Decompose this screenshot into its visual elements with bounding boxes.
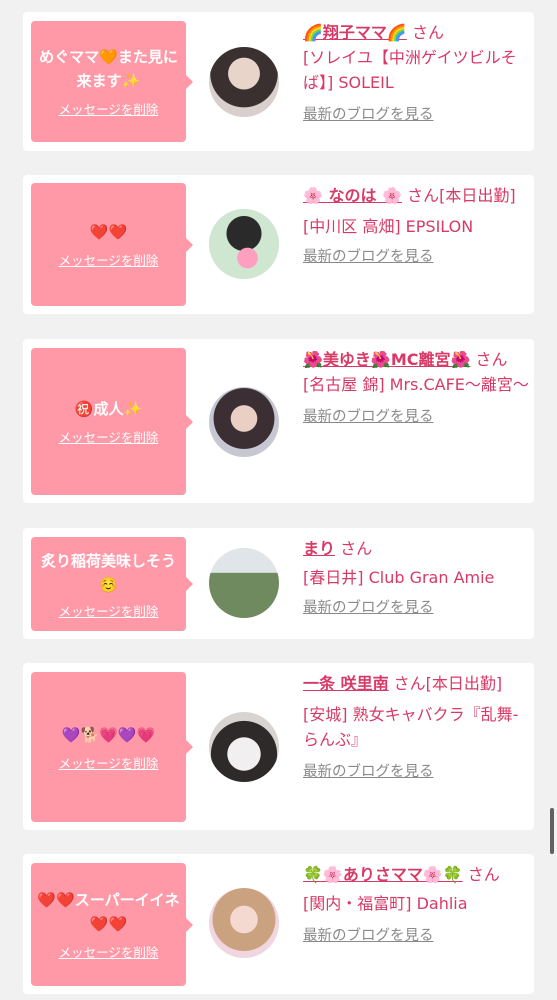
message-card: めぐママ🧡また見に来ます✨ メッセージを削除 🌈翔子ママ🌈 さん [ソレイユ【中… [23, 12, 534, 151]
latest-blog-link[interactable]: 最新のブログを見る [303, 596, 434, 621]
profile-name-link[interactable]: 🌈翔子ママ🌈 [303, 23, 407, 42]
avatar[interactable] [209, 47, 279, 117]
profile-info: 🌸 なのは 🌸 さん[本日出勤] [中川区 高畑] EPSILON 最新のブログ… [303, 183, 529, 270]
message-text: 💜🐕💗💜💗 [61, 725, 156, 744]
profile-name-link[interactable]: 一条 咲里南 [303, 674, 389, 693]
profile-info: 🌈翔子ママ🌈 さん [ソレイユ【中洲ゲイツビルそば】] SOLEIL 最新のブロ… [303, 20, 529, 128]
delete-message-link[interactable]: メッセージを削除 [59, 753, 159, 772]
delete-message-link[interactable]: メッセージを削除 [59, 250, 159, 269]
avatar[interactable] [209, 387, 279, 457]
latest-blog-link[interactable]: 最新のブログを見る [303, 405, 434, 430]
profile-info: 🌺美ゆき🌺MC離宮🌺 さん [名古屋 錦] Mrs.CAFE〜離宮〜 最新のブロ… [303, 347, 529, 430]
honorific: さん[本日出勤] [393, 674, 503, 693]
profile-info: 🍀🌸ありさママ🌸🍀 さん [関内・福富町] Dahlia 最新のブログを見る [303, 862, 529, 949]
latest-blog-link[interactable]: 最新のブログを見る [303, 760, 434, 785]
honorific: さん [475, 350, 508, 369]
profile-name-link[interactable]: 🌺美ゆき🌺MC離宮🌺 [303, 350, 470, 369]
shop-name: [中川区 高畑] EPSILON [303, 217, 474, 236]
honorific: さん [411, 23, 444, 42]
message-bubble: 💜🐕💗💜💗 メッセージを削除 [31, 672, 193, 822]
profile-info: まり さん [春日井] Club Gran Amie 最新のブログを見る [303, 536, 529, 621]
message-card: ㊗️成人✨ メッセージを削除 🌺美ゆき🌺MC離宮🌺 さん [名古屋 錦] Mrs… [23, 339, 534, 503]
profile-name-link[interactable]: 🌸 なのは 🌸 [303, 186, 402, 205]
message-text: 炙り稲荷美味しそう☺️ [40, 551, 176, 594]
message-card: ❤️❤️ メッセージを削除 🌸 なのは 🌸 さん[本日出勤] [中川区 高畑] … [23, 175, 534, 314]
profile-name-link[interactable]: まり [303, 539, 335, 558]
message-text: ❤️❤️ [89, 223, 128, 241]
message-bubble: ㊗️成人✨ メッセージを削除 [31, 348, 193, 495]
avatar[interactable] [209, 209, 279, 279]
message-bubble: 炙り稲荷美味しそう☺️ メッセージを削除 [31, 537, 193, 631]
shop-name: [春日井] Club Gran Amie [303, 568, 495, 587]
delete-message-link[interactable]: メッセージを削除 [59, 427, 159, 446]
avatar[interactable] [209, 548, 279, 618]
honorific: さん [340, 539, 373, 558]
message-text: ㊗️成人✨ [74, 400, 143, 418]
profile-name-link[interactable]: 🍀🌸ありさママ🌸🍀 [303, 865, 463, 884]
latest-blog-link[interactable]: 最新のブログを見る [303, 245, 434, 270]
latest-blog-link[interactable]: 最新のブログを見る [303, 924, 434, 949]
avatar[interactable] [209, 712, 279, 782]
message-card: 💜🐕💗💜💗 メッセージを削除 一条 咲里南 さん[本日出勤] [安城] 熟女キャ… [23, 663, 534, 830]
delete-message-link[interactable]: メッセージを削除 [59, 942, 159, 961]
profile-info: 一条 咲里南 さん[本日出勤] [安城] 熟女キャバクラ『乱舞-らんぶ』 最新の… [303, 671, 529, 785]
honorific: さん[本日出勤] [407, 186, 516, 205]
message-text: めぐママ🧡また見に来ます✨ [39, 48, 178, 90]
shop-name: [名古屋 錦] Mrs.CAFE〜離宮〜 [303, 375, 529, 394]
delete-message-link[interactable]: メッセージを削除 [59, 601, 159, 620]
delete-message-link[interactable]: メッセージを削除 [59, 99, 159, 118]
latest-blog-link[interactable]: 最新のブログを見る [303, 103, 434, 128]
scrollbar-thumb[interactable] [550, 808, 554, 854]
message-bubble: めぐママ🧡また見に来ます✨ メッセージを削除 [31, 21, 193, 142]
avatar[interactable] [209, 888, 279, 958]
message-bubble: ❤️❤️スーパーイイネ❤️❤️ メッセージを削除 [31, 863, 193, 986]
shop-name: [ソレイユ【中洲ゲイツビルそば】] SOLEIL [303, 48, 517, 92]
message-card: 炙り稲荷美味しそう☺️ メッセージを削除 まり さん [春日井] Club Gr… [23, 528, 534, 639]
honorific: さん [467, 865, 500, 884]
shop-name: [関内・福富町] Dahlia [303, 894, 468, 913]
message-text: ❤️❤️スーパーイイネ❤️❤️ [37, 891, 180, 933]
message-bubble: ❤️❤️ メッセージを削除 [31, 183, 193, 306]
message-card: ❤️❤️スーパーイイネ❤️❤️ メッセージを削除 🍀🌸ありさママ🌸🍀 さん [関… [23, 854, 534, 994]
shop-name: [安城] 熟女キャバクラ『乱舞-らんぶ』 [303, 705, 519, 749]
